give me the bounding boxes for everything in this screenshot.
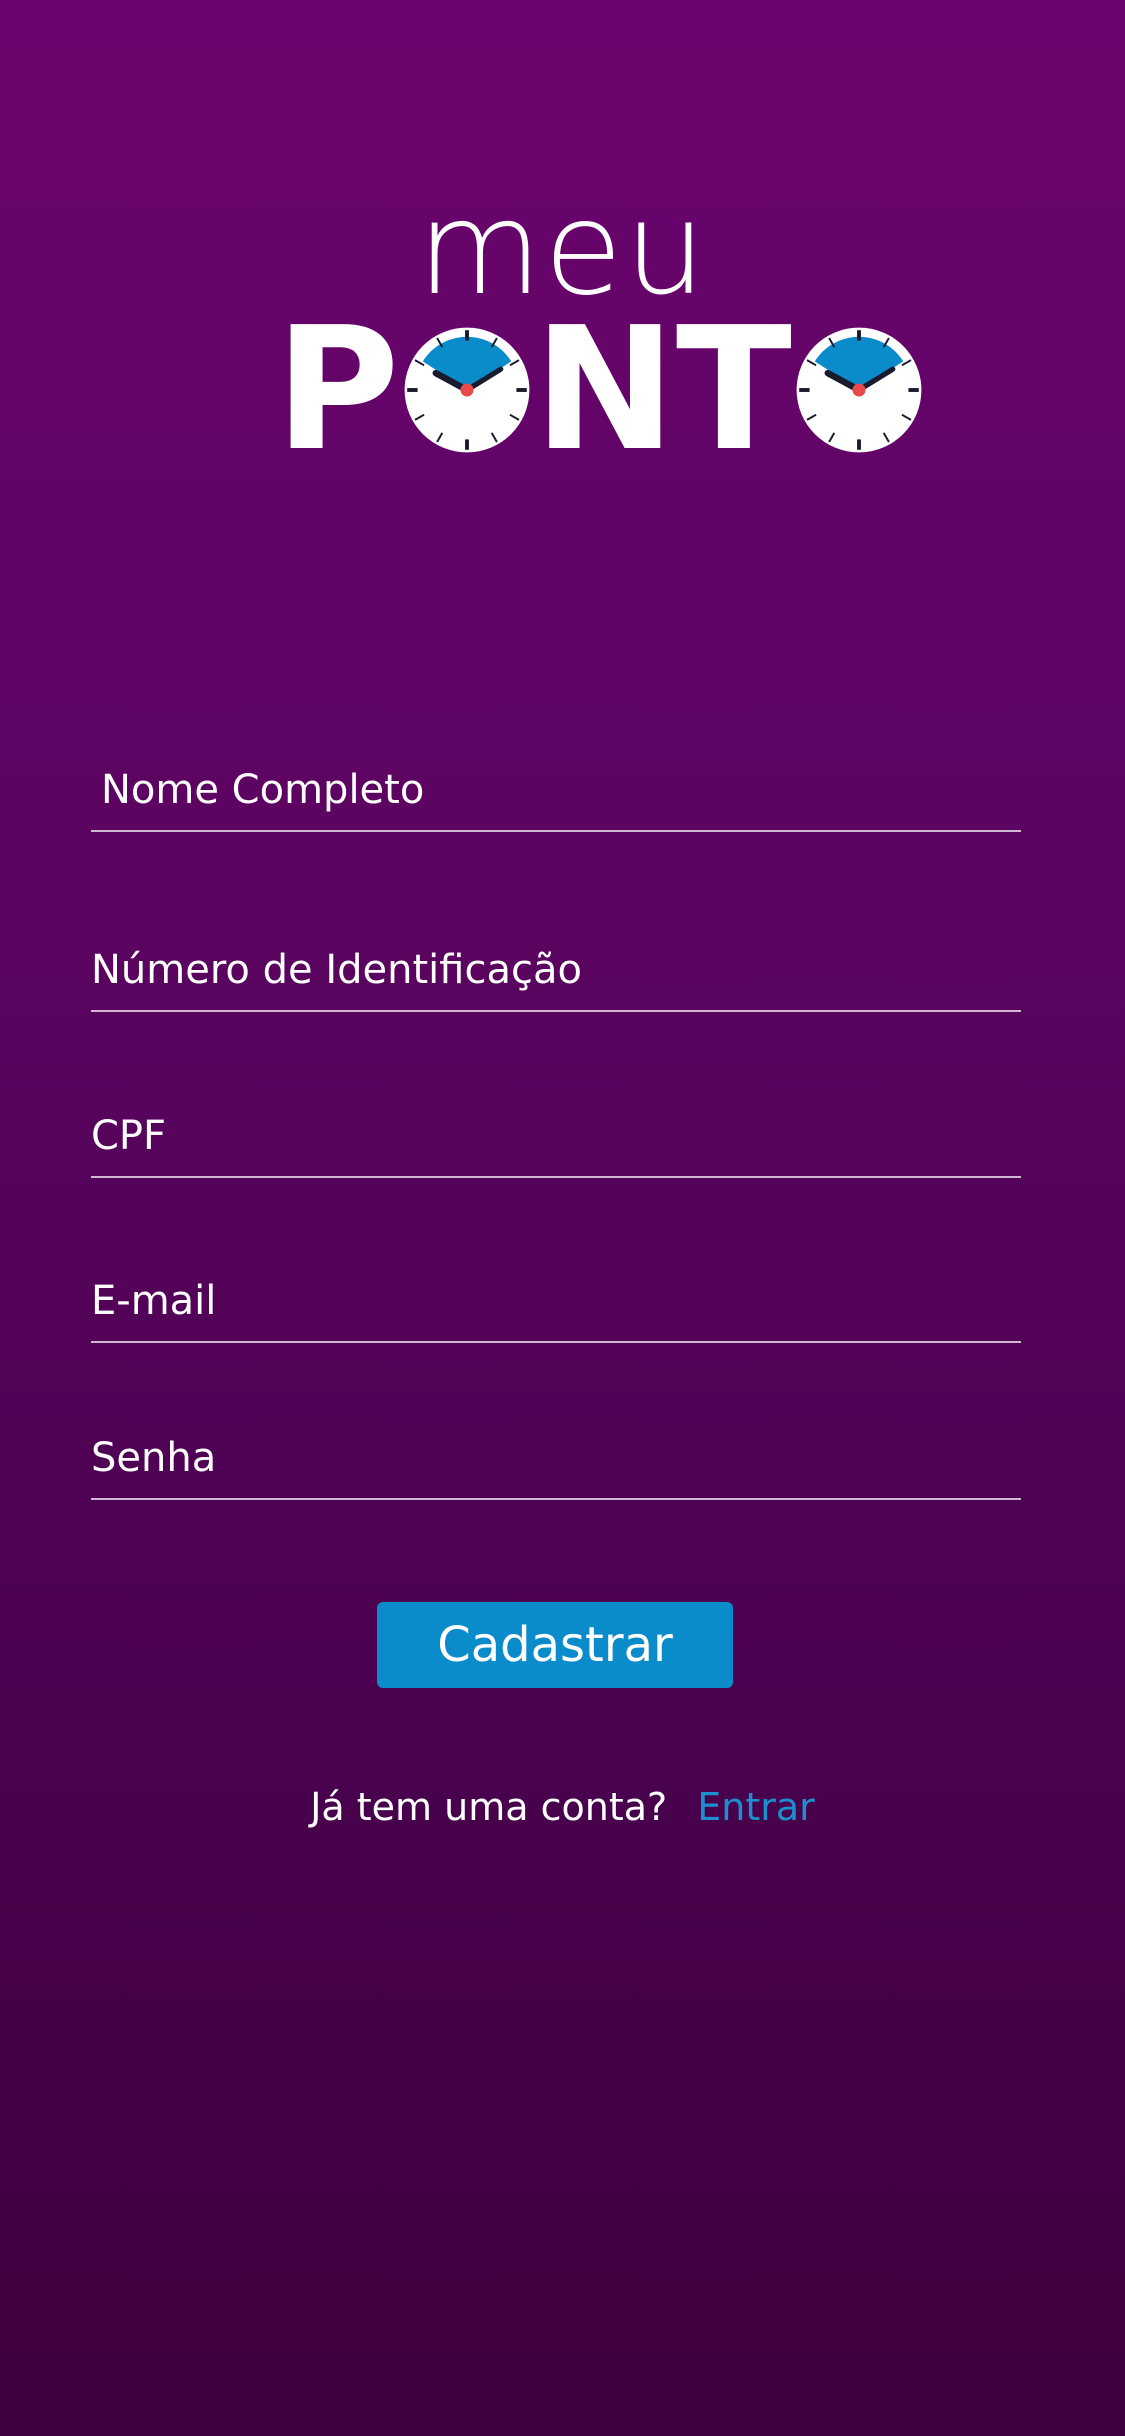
password-input[interactable] [91, 1428, 1011, 1488]
id-number-input[interactable] [91, 940, 1011, 1000]
app-logo: meu P N T [0, 180, 1125, 480]
name-field [91, 740, 1021, 832]
signin-row: Já tem uma conta? Entrar [0, 1785, 1125, 1829]
cpf-input[interactable] [91, 1106, 1011, 1166]
clock-icon [404, 327, 530, 453]
clock-icon [796, 327, 922, 453]
id-field [91, 920, 1021, 1012]
register-button[interactable]: Cadastrar [377, 1602, 733, 1688]
logo-ponto: P N T [275, 291, 926, 489]
name-input[interactable] [101, 760, 1021, 820]
signin-link[interactable]: Entrar [697, 1785, 815, 1829]
logo-letter-p: P [275, 291, 400, 489]
cpf-field [91, 1086, 1021, 1178]
email-field [91, 1251, 1021, 1343]
logo-letter-t: T [675, 291, 792, 489]
email-input[interactable] [91, 1271, 1011, 1331]
logo-letter-n: N [533, 291, 676, 489]
password-field [91, 1408, 1021, 1500]
signin-prompt: Já tem uma conta? [310, 1785, 668, 1829]
